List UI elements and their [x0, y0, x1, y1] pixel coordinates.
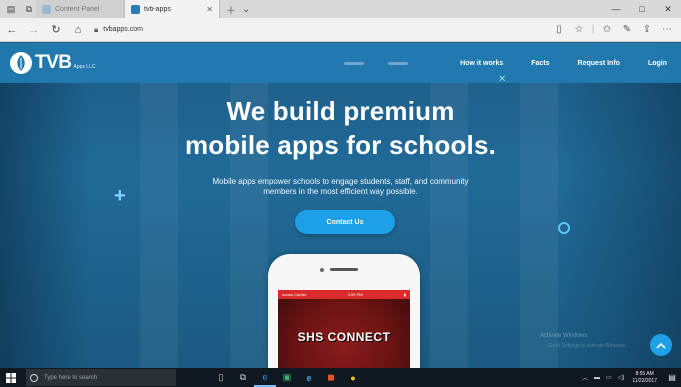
scroll-to-top-button[interactable]	[650, 334, 672, 356]
nav-link-placeholder[interactable]	[344, 61, 365, 65]
start-button[interactable]	[0, 368, 22, 387]
cortana-icon	[30, 373, 38, 382]
hero-title-line1: We build premium	[226, 96, 455, 126]
chrome-icon[interactable]: ●	[342, 368, 364, 387]
phone-screen: ooooo Carrier 3:59 PM ▮ SHS CONNECT	[278, 290, 410, 368]
webpage-viewport: TVB Apps LLC How it works Facts Request …	[0, 43, 681, 368]
phone-carrier: ooooo Carrier	[282, 292, 307, 297]
logo-text: TVB	[35, 52, 72, 73]
site-nav-links: How it works Facts Request Info Login	[344, 60, 667, 67]
windows-taskbar: Type here to search ▯ ⧉ e ▣ e ◼ ● ︿ ▬ ▭ …	[0, 368, 681, 387]
logo-subtext: Apps LLC	[73, 64, 96, 70]
phone-time: 3:59 PM	[347, 292, 363, 297]
reading-view-icon[interactable]: ▯	[549, 24, 569, 35]
plus-decoration-icon: +	[114, 185, 126, 207]
taskbar-search-box[interactable]: Type here to search	[26, 369, 176, 386]
browser-address-bar: ← → ↻ ⌂ 🔒︎ tvbapps.com ▯ ☆ | ✩ ✎ ⇪ ⋯	[0, 18, 681, 42]
ring-decoration-icon	[558, 222, 570, 234]
battery-tray-icon[interactable]: ▭	[606, 374, 612, 381]
system-tray: ︿ ▬ ▭ ◁) 8:55 AM 11/22/2017 ▤	[576, 371, 681, 385]
new-tab-icon[interactable]: ＋	[226, 2, 236, 17]
favorite-star-icon[interactable]: ☆	[569, 24, 589, 35]
browser-toolbar-icons: ▯ ☆ | ✩ ✎ ⇪ ⋯	[549, 24, 677, 35]
tvb-favicon-icon	[131, 4, 140, 14]
close-tab-icon[interactable]: ✕	[206, 5, 213, 14]
window-controls: — □ ✕	[603, 0, 681, 18]
network-icon[interactable]: ▬	[594, 375, 600, 381]
nav-link-request-info[interactable]: Request Info	[578, 60, 620, 67]
browser-tab-bar: ▤ ⧉ Content Panel tvb-apps ✕ ＋ ⌄ — □ ✕	[0, 0, 681, 18]
background-shade-right	[561, 43, 681, 368]
taskbar-clock[interactable]: 8:55 AM 11/22/2017	[632, 371, 657, 385]
microphone-icon[interactable]: ▯	[210, 368, 232, 387]
windows-logo-icon	[6, 372, 16, 383]
taskbar-search-placeholder: Type here to search	[44, 374, 98, 381]
favorites-hub-icon[interactable]: ✩	[597, 24, 617, 35]
url-input[interactable]: 🔒︎ tvbapps.com	[94, 21, 534, 39]
hero-title-line2: mobile apps for schools.	[184, 130, 497, 160]
clock-date: 11/22/2017	[632, 377, 657, 384]
refresh-icon[interactable]: ↻	[46, 23, 66, 36]
toolbar-divider: |	[591, 24, 595, 35]
volume-icon[interactable]: ◁)	[618, 374, 625, 381]
taskbar-pinned-apps: ▯ ⧉ e ▣ e ◼ ●	[210, 368, 364, 387]
internet-explorer-icon[interactable]: e	[298, 368, 320, 387]
store-icon[interactable]: ▣	[276, 368, 298, 387]
cross-decoration-icon: ✕	[498, 74, 507, 85]
more-menu-icon[interactable]: ⋯	[657, 24, 677, 35]
app-name: SHS CONNECT	[297, 330, 391, 344]
phone-mockup: ooooo Carrier 3:59 PM ▮ SHS CONNECT	[268, 254, 420, 368]
hero-subtitle-line2: members in the most efficient way possib…	[263, 187, 418, 196]
close-window-icon[interactable]: ✕	[655, 0, 681, 18]
phone-status-bar: ooooo Carrier 3:59 PM ▮	[278, 290, 410, 299]
tab-label: Content Panel	[55, 5, 100, 13]
back-arrow-icon[interactable]: ←	[2, 24, 22, 36]
phone-speaker	[330, 268, 358, 271]
activate-windows-title: Activate Windows	[540, 333, 588, 339]
activate-windows-hint: Go to Settings to activate Windows.	[548, 343, 627, 349]
task-view-icon[interactable]: ⧉	[232, 368, 254, 387]
page-favicon-icon	[42, 4, 51, 14]
phone-camera	[320, 268, 324, 272]
pen-notes-icon[interactable]: ✎	[617, 24, 637, 35]
site-navbar: TVB Apps LLC How it works Facts Request …	[0, 43, 681, 83]
nav-link-facts[interactable]: Facts	[531, 60, 549, 67]
tab-dropdown-icon[interactable]: ⌄	[242, 4, 250, 15]
forward-arrow-icon[interactable]: →	[24, 24, 44, 36]
minimize-icon[interactable]: —	[603, 0, 629, 18]
home-icon[interactable]: ⌂	[68, 24, 88, 36]
browser-tab-tvb-apps[interactable]: tvb-apps ✕	[124, 0, 220, 18]
chevron-up-icon	[656, 342, 666, 349]
clock-time: 8:55 AM	[635, 370, 654, 377]
tvb-logo[interactable]: TVB Apps LLC	[10, 52, 95, 74]
maximize-icon[interactable]: □	[629, 0, 655, 18]
edge-browser-icon[interactable]: e	[254, 368, 276, 387]
nav-link-how-it-works[interactable]: How it works	[460, 60, 503, 67]
hero-subtitle-line1: Mobile apps empower schools to engage st…	[212, 177, 469, 186]
office-icon[interactable]: ◼	[320, 368, 342, 387]
tabs-aside-icon[interactable]: ⧉	[22, 2, 36, 16]
url-text: tvbapps.com	[103, 26, 143, 33]
leaf-logo-icon	[10, 52, 32, 74]
nav-link-login[interactable]: Login	[648, 60, 667, 67]
tab-label: tvb-apps	[144, 5, 171, 13]
nav-link-placeholder[interactable]	[388, 61, 409, 65]
battery-icon: ▮	[403, 292, 406, 297]
share-icon[interactable]: ⇪	[637, 24, 657, 35]
background-shade-left	[0, 43, 90, 368]
contact-us-button[interactable]: Contact Us	[295, 210, 395, 234]
action-center-icon[interactable]: ▤	[663, 373, 681, 382]
tab-list-icon[interactable]: ▤	[4, 2, 18, 16]
lock-icon: 🔒︎	[94, 24, 99, 34]
browser-tab-content-panel[interactable]: Content Panel	[36, 0, 124, 18]
show-hidden-icons-icon[interactable]: ︿	[582, 373, 588, 382]
